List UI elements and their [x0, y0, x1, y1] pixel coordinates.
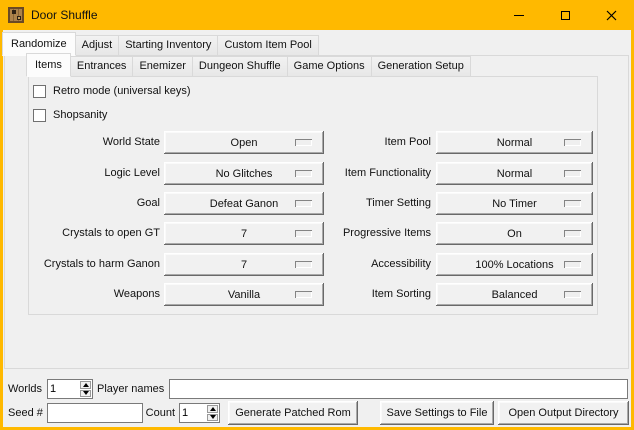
shopsanity-option: Shopsanity [33, 108, 107, 122]
worlds-input[interactable] [48, 380, 79, 398]
timer-setting-dropdown[interactable]: No Timer [436, 192, 593, 215]
progressive-items-dropdown[interactable]: On [436, 222, 593, 245]
player-names-label: Player names [97, 379, 164, 399]
crystals-ganon-value: 7 [241, 259, 247, 271]
retro-mode-label: Retro mode (universal keys) [53, 85, 191, 97]
tab-entrances[interactable]: Entrances [70, 56, 134, 76]
spin-up-icon [210, 407, 216, 411]
count-spin-up-button[interactable] [207, 405, 218, 413]
worlds-spin-up-button[interactable] [80, 381, 91, 389]
weapons-label: Weapons [13, 283, 160, 306]
count-input[interactable] [180, 404, 206, 422]
count-label: Count [143, 401, 175, 425]
shopsanity-label: Shopsanity [53, 109, 107, 121]
seed-label: Seed # [8, 401, 43, 425]
crystals-gt-value: 7 [241, 228, 247, 240]
item-pool-label: Item Pool [288, 131, 431, 154]
crystals-ganon-label: Crystals to harm Ganon [13, 253, 160, 276]
minimize-button[interactable] [496, 0, 542, 30]
retro-mode-option: Retro mode (universal keys) [33, 84, 191, 98]
tab-game-options[interactable]: Game Options [287, 56, 372, 76]
close-icon [606, 10, 617, 21]
item-pool-dropdown[interactable]: Normal [436, 131, 593, 154]
progressive-items-value: On [507, 228, 522, 240]
worlds-spin-down-button[interactable] [80, 390, 91, 398]
dropdown-indicator-icon [564, 170, 581, 177]
tab-items[interactable]: Items [26, 53, 71, 77]
logic-level-label: Logic Level [13, 162, 160, 185]
minimize-icon [514, 15, 524, 16]
world-state-label: World State [13, 131, 160, 154]
item-sorting-dropdown[interactable]: Balanced [436, 283, 593, 306]
item-functionality-value: Normal [497, 168, 532, 180]
save-settings-button[interactable]: Save Settings to File [380, 401, 494, 425]
item-pool-value: Normal [497, 137, 532, 149]
title-bar[interactable]: Door Shuffle [0, 0, 634, 30]
tab-generation-setup[interactable]: Generation Setup [371, 56, 471, 76]
window-title: Door Shuffle [31, 0, 98, 30]
close-button[interactable] [588, 0, 634, 30]
worlds-spinner[interactable] [47, 379, 93, 399]
item-sorting-value: Balanced [492, 289, 538, 301]
count-spinner[interactable] [179, 403, 220, 423]
dropdown-indicator-icon [564, 291, 581, 298]
worlds-label: Worlds [8, 379, 42, 399]
accessibility-dropdown[interactable]: 100% Locations [436, 253, 593, 276]
player-names-input[interactable] [169, 379, 628, 399]
item-functionality-dropdown[interactable]: Normal [436, 162, 593, 185]
open-output-directory-button[interactable]: Open Output Directory [498, 401, 629, 425]
dropdown-indicator-icon [564, 261, 581, 268]
spin-down-icon [83, 391, 89, 395]
timer-setting-label: Timer Setting [288, 192, 431, 215]
world-state-value: Open [231, 137, 258, 149]
maximize-button[interactable] [542, 0, 588, 30]
goal-value: Defeat Ganon [210, 198, 279, 210]
timer-setting-value: No Timer [492, 198, 537, 210]
dropdown-indicator-icon [564, 230, 581, 237]
tab-dungeon-shuffle[interactable]: Dungeon Shuffle [192, 56, 288, 76]
accessibility-label: Accessibility [288, 253, 431, 276]
seed-input[interactable] [47, 403, 143, 423]
window-content: Randomize Adjust Starting Inventory Cust… [3, 30, 631, 427]
app-window: Door Shuffle Randomize Adjust Starting I… [0, 0, 634, 430]
logic-level-value: No Glitches [216, 168, 273, 180]
crystals-gt-label: Crystals to open GT [13, 222, 160, 245]
spin-up-icon [83, 383, 89, 387]
goal-label: Goal [13, 192, 160, 215]
tab-enemizer[interactable]: Enemizer [132, 56, 192, 76]
accessibility-value: 100% Locations [475, 259, 553, 271]
dropdown-indicator-icon [564, 139, 581, 146]
dropdown-indicator-icon [564, 200, 581, 207]
spin-down-icon [210, 415, 216, 419]
shopsanity-checkbox[interactable] [33, 109, 46, 122]
generate-patched-rom-button[interactable]: Generate Patched Rom [228, 401, 358, 425]
item-sorting-label: Item Sorting [288, 283, 431, 306]
app-door-icon [8, 7, 24, 23]
item-functionality-label: Item Functionality [288, 162, 431, 185]
count-spin-down-button[interactable] [207, 414, 218, 422]
weapons-value: Vanilla [228, 289, 260, 301]
progressive-items-label: Progressive Items [288, 222, 431, 245]
inner-tab-bar: Items Entrances Enemizer Dungeon Shuffle… [27, 51, 471, 76]
maximize-icon [561, 11, 570, 20]
retro-mode-checkbox[interactable] [33, 85, 46, 98]
